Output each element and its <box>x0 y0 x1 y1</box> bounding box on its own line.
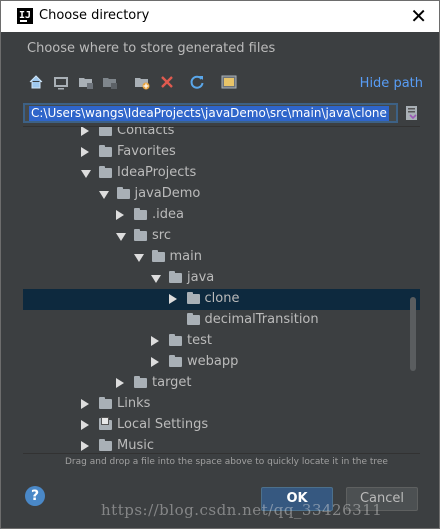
tree-row-contacts[interactable]: Contacts <box>23 126 420 142</box>
chevron-down-icon[interactable] <box>133 254 144 262</box>
folder-icon <box>99 166 112 178</box>
folder-icon <box>186 292 200 304</box>
folder-icon <box>169 334 182 346</box>
chevron-right-icon[interactable] <box>168 294 177 304</box>
tree-row-target[interactable]: target <box>23 373 420 394</box>
tree-row-idea[interactable]: .idea <box>23 205 420 226</box>
drag-drop-hint: Drag and drop a file into the space abov… <box>65 457 388 467</box>
tree-scrollbar[interactable] <box>410 297 416 371</box>
tree-row-label: Music <box>117 438 154 453</box>
path-input[interactable]: C:\Users\wangs\IdeaProjects\javaDemo\src… <box>23 103 398 123</box>
tree-row-ideaprojects[interactable]: IdeaProjects <box>23 163 420 184</box>
chevron-down-icon[interactable] <box>116 233 126 241</box>
tree-row-label: Links <box>117 396 151 411</box>
folder-icon <box>99 397 112 409</box>
chevron-right-icon[interactable] <box>81 420 89 430</box>
show-hidden-icon[interactable] <box>220 73 238 91</box>
chevron-down-icon[interactable] <box>81 170 91 178</box>
tree-row-label: Favorites <box>117 144 176 159</box>
tree-row-java[interactable]: java <box>23 268 420 289</box>
folder-icon <box>116 187 130 199</box>
tree-row-src[interactable]: src <box>23 226 420 247</box>
tree-row-label: test <box>187 333 212 348</box>
path-history-icon[interactable] <box>405 105 419 121</box>
watermark: https://blog.csdn.net/qq_33426311 <box>101 501 383 519</box>
folder-icon <box>99 127 112 136</box>
tree-row-label: Contacts <box>117 126 175 138</box>
chevron-down-icon[interactable] <box>98 191 109 199</box>
help-button[interactable]: ? <box>25 486 45 506</box>
refresh-icon[interactable] <box>188 73 206 91</box>
chevron-right-icon[interactable] <box>151 357 159 367</box>
delete-icon[interactable] <box>158 73 176 91</box>
tree-row-label: webapp <box>187 354 239 369</box>
chevron-right-icon[interactable] <box>81 441 89 451</box>
module-folder-icon[interactable] <box>101 73 119 91</box>
tree-row-label: src <box>152 228 171 243</box>
choose-directory-dialog: IJ Choose directory ✕ Choose where to st… <box>0 0 440 529</box>
folder-icon <box>99 145 112 157</box>
title-bar: IJ Choose directory ✕ <box>1 1 439 32</box>
chevron-right-icon[interactable] <box>81 127 89 136</box>
dialog-description: Choose where to store generated files <box>27 41 276 56</box>
project-folder-icon[interactable] <box>77 73 95 91</box>
tree-row-clone[interactable]: clone <box>23 289 420 310</box>
new-folder-icon[interactable] <box>133 73 151 91</box>
folder-icon <box>99 439 112 451</box>
chevron-right-icon[interactable] <box>81 147 89 157</box>
tree-row-label: IdeaProjects <box>117 165 197 180</box>
hide-path-link[interactable]: Hide path <box>360 76 423 91</box>
tree-row-label: decimalTransition <box>204 312 319 327</box>
folder-icon <box>169 271 182 283</box>
dialog-title: Choose directory <box>39 8 150 23</box>
chevron-down-icon[interactable] <box>151 275 161 283</box>
chevron-right-icon[interactable] <box>116 378 124 388</box>
directory-tree[interactable]: Contacts Favorites IdeaProjects javaDemo .id… <box>23 126 420 454</box>
tree-row-label: main <box>169 249 202 264</box>
tree-row-main[interactable]: main <box>23 247 420 268</box>
tree-row-music[interactable]: Music <box>23 436 420 453</box>
chevron-right-icon[interactable] <box>151 336 159 346</box>
folder-icon <box>134 376 147 388</box>
tree-row-label: .idea <box>152 207 184 222</box>
desktop-icon[interactable] <box>52 73 70 91</box>
tree-row-label: javaDemo <box>134 186 201 201</box>
tree-row-label: java <box>187 270 215 285</box>
folder-icon <box>169 355 182 367</box>
tree-row-label: target <box>152 375 192 390</box>
tree-row-links[interactable]: Links <box>23 394 420 415</box>
tree-row-label: clone <box>204 291 240 306</box>
tree-row-local-settings[interactable]: Local Settings <box>23 415 420 436</box>
tree-row-webapp[interactable]: webapp <box>23 352 420 373</box>
folder-icon <box>134 229 147 241</box>
tree-row-decimaltransition[interactable]: decimalTransition <box>23 310 420 331</box>
intellij-app-icon: IJ <box>17 8 33 24</box>
home-icon[interactable] <box>27 73 45 91</box>
folder-icon <box>186 313 200 325</box>
tree-row-test[interactable]: test <box>23 331 420 352</box>
tree-row-javademo[interactable]: javaDemo <box>23 184 420 205</box>
path-input-value: C:\Users\wangs\IdeaProjects\javaDemo\src… <box>29 106 389 121</box>
folder-icon <box>134 208 147 220</box>
close-icon[interactable]: ✕ <box>410 4 427 28</box>
folder-icon <box>151 250 165 262</box>
chevron-right-icon[interactable] <box>116 210 124 220</box>
tree-row-favorites[interactable]: Favorites <box>23 142 420 163</box>
folder-icon <box>99 417 112 430</box>
chevron-right-icon[interactable] <box>81 399 89 409</box>
tree-row-label: Local Settings <box>117 417 209 432</box>
